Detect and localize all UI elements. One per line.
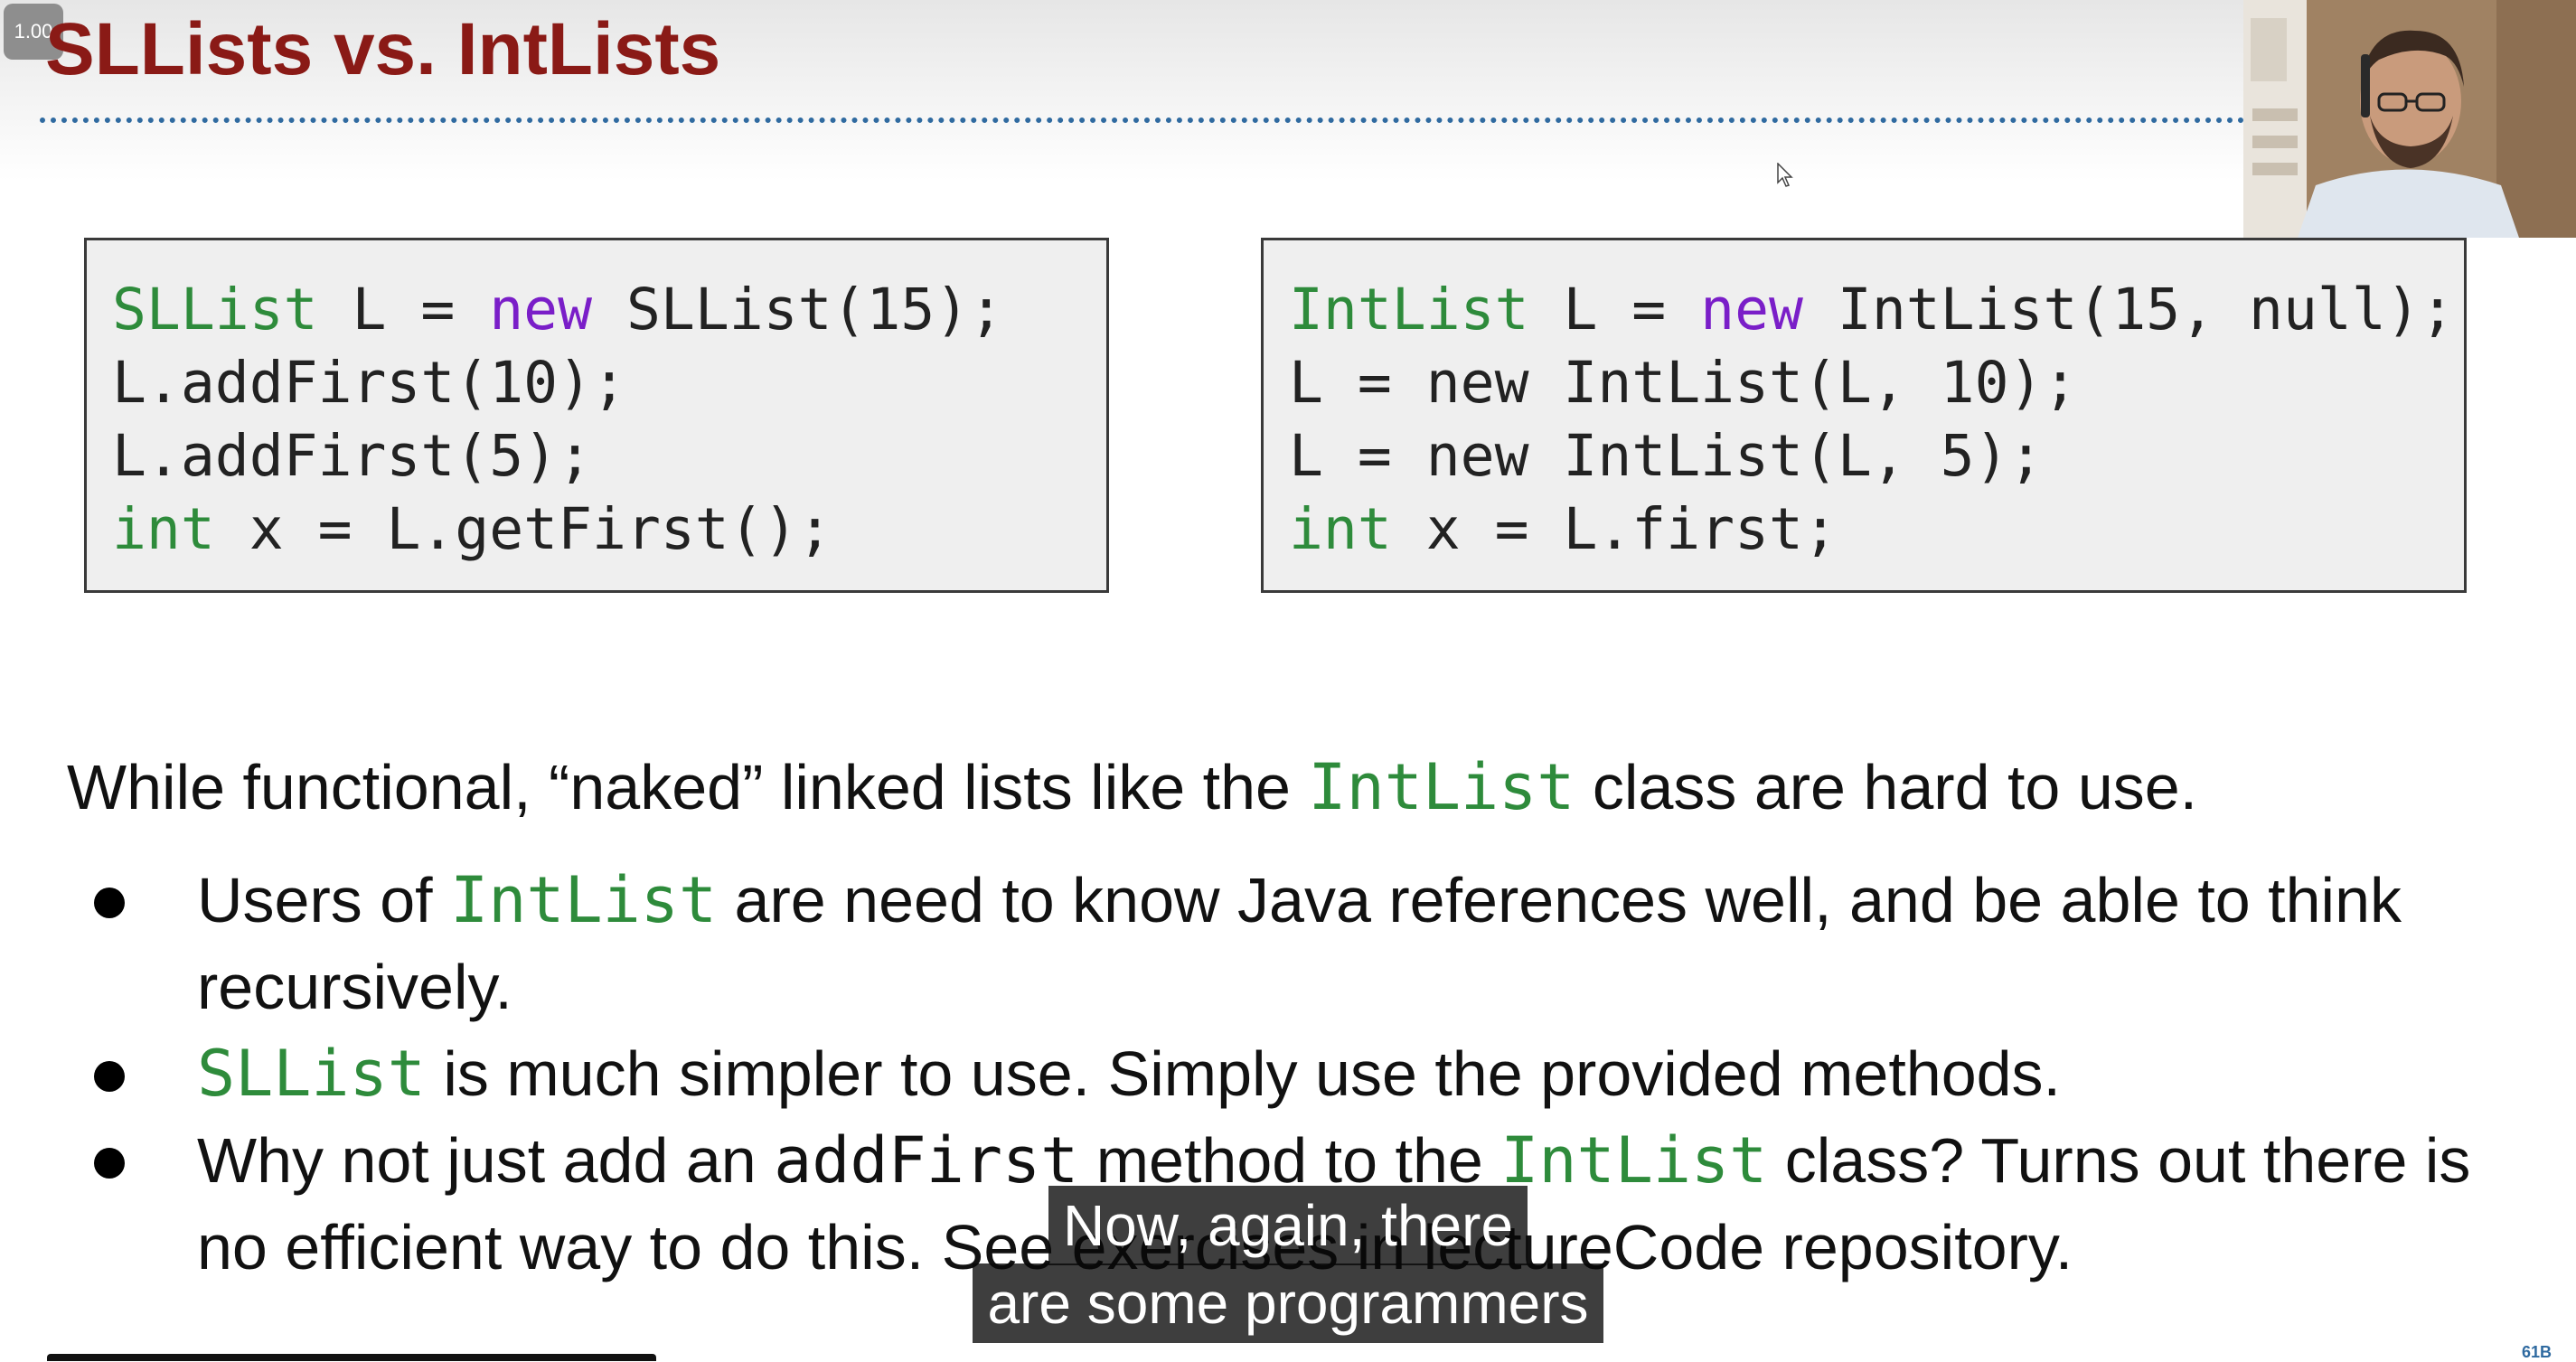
- code-line: L = new IntList(L, 10);: [1289, 350, 2078, 416]
- bullet-item: SLList is much simpler to use. Simply us…: [0, 1030, 2576, 1117]
- code-line: int x = L.getFirst();: [112, 496, 832, 562]
- mouse-pointer-icon: [1777, 163, 1793, 187]
- bullet-item: Users of IntList are need to know Java r…: [0, 857, 2576, 1030]
- subtitle-line-1: Now, again, there: [0, 1186, 2576, 1265]
- course-logo: 61B: [2522, 1343, 2552, 1361]
- slide-title: SLLists vs. IntLists: [45, 8, 721, 90]
- bullet-dot-icon: [94, 888, 125, 918]
- presenter-webcam: [2243, 0, 2576, 238]
- bullet-dot-icon: [94, 1061, 125, 1092]
- code-line: L = new IntList(L, 5);: [1289, 423, 2044, 489]
- code-line: int x = L.first;: [1289, 496, 1838, 562]
- bullet-dot-icon: [94, 1148, 125, 1179]
- sllist-code-box: SLList L = new SLList(15); L.addFirst(10…: [84, 238, 1109, 593]
- code-line: SLList L = new SLList(15);: [112, 277, 1004, 343]
- code-line: IntList L = new IntList(15, null);: [1289, 277, 2455, 343]
- video-progress-bar[interactable]: [47, 1354, 656, 1361]
- code-line: L.addFirst(10);: [112, 350, 626, 416]
- presenter-video-frame: [2243, 0, 2576, 238]
- intro-sentence: While functional, “naked” linked lists l…: [67, 750, 2198, 824]
- code-line: L.addFirst(5);: [112, 423, 593, 489]
- subtitle-line-2: are some programmers: [0, 1263, 2576, 1343]
- title-divider: [40, 117, 2245, 123]
- intlist-code-box: IntList L = new IntList(15, null); L = n…: [1261, 238, 2467, 593]
